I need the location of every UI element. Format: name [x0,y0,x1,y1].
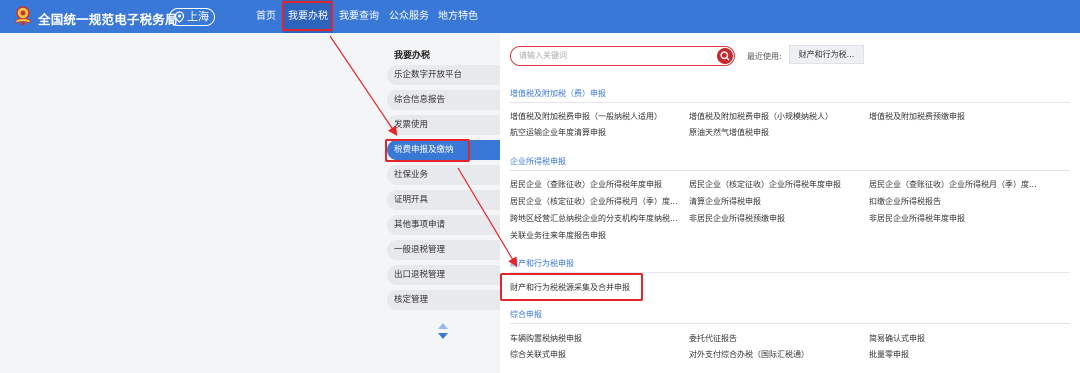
link-cit-nonresident-prepay[interactable]: 非居民企业所得税预缴申报 [689,213,785,224]
service-list-panel: 请输入关键词 最近使用: 财产和行为税... 增值税及附加税（费）申报 增值税及… [500,33,1080,373]
link-cit-assessed-monthly[interactable]: 居民企业（核定征收）企业所得税月（季）度... [510,196,678,207]
section-title-comprehensive: 综合申报 [510,310,542,319]
scroll-arrows-icon[interactable] [437,322,449,340]
link-vat-small-scale[interactable]: 增值税及附加税费申报（小规模纳税人） [689,111,833,122]
sidebar-item-info-report[interactable]: 综合信息报告 [387,90,500,110]
link-vehicle-purchase-tax[interactable]: 车辆购置税纳税申报 [510,333,582,344]
location-pin-icon [174,11,185,23]
link-cit-assessed-annual[interactable]: 居民企业（核定征收）企业所得税年度申报 [689,179,841,190]
link-cit-withholding[interactable]: 扣缴企业所得税报告 [869,196,941,207]
highlight-sidebar-box [385,139,470,162]
highlight-link-box [500,273,643,301]
link-vat-general[interactable]: 增值税及附加税费申报（一般纳税人适用） [510,111,662,122]
section-divider [510,102,1070,103]
link-cit-audit-annual[interactable]: 居民企业（查账征收）企业所得税年度申报 [510,179,662,190]
sidebar-item-leqi-platform[interactable]: 乐企数字开放平台 [387,65,500,85]
region-selector[interactable]: 上海 [169,8,215,26]
region-label: 上海 [187,10,209,23]
recent-label: 最近使用: [747,52,782,61]
sidebar-item-general-refund[interactable]: 一般退税管理 [387,240,500,260]
link-cit-branch-annual[interactable]: 跨地区经营汇总纳税企业的分支机构年度纳税... [510,213,678,224]
section-title-property: 财产和行为税申报 [510,259,574,268]
link-cit-audit-monthly[interactable]: 居民企业（查账征收）企业所得税月（季）度... [869,179,1037,190]
nav-public-service[interactable]: 公众服务 [389,0,429,33]
section-title-vat: 增值税及附加税（费）申报 [510,89,606,98]
link-simple-confirm-filing[interactable]: 简易确认式申报 [869,333,925,344]
nav-home[interactable]: 首页 [256,0,276,33]
section-title-cit: 企业所得税申报 [510,157,566,166]
sidebar-item-export-refund[interactable]: 出口退税管理 [387,265,500,285]
link-related-party-report[interactable]: 关联业务往来年度报告申报 [510,230,606,241]
link-batch-zero-filing[interactable]: 批量零申报 [869,349,909,360]
sidebar-item-other-requests[interactable]: 其他事项申请 [387,215,500,235]
link-aviation-clearing[interactable]: 航空运输企业年度清算申报 [510,127,606,138]
top-navigation-bar: 全国统一规范电子税务局 上海 首页 我要办税 我要查询 公众服务 地方特色 [0,0,1080,33]
link-cit-nonresident-annual[interactable]: 非居民企业所得税年度申报 [869,213,965,224]
link-vat-prepay[interactable]: 增值税及附加税费预缴申报 [869,111,965,122]
sidebar-title: 我要办税 [394,51,431,61]
section-divider [510,323,1070,324]
search-input[interactable]: 请输入关键词 [510,46,735,66]
nav-inquiry[interactable]: 我要查询 [339,0,379,33]
sidebar-item-invoice[interactable]: 发票使用 [387,115,500,135]
sidebar-item-assessment[interactable]: 核定管理 [387,290,500,310]
highlight-nav-box [282,1,333,31]
link-cit-liquidation[interactable]: 清算企业所得税申报 [689,196,761,207]
section-divider [510,170,1070,171]
link-outbound-payment[interactable]: 对外支付综合办税（国际汇税通） [689,349,809,360]
search-placeholder: 请输入关键词 [519,51,567,60]
search-button[interactable] [717,48,733,64]
link-agency-report[interactable]: 委托代征报告 [689,333,737,344]
link-combined-related-filing[interactable]: 综合关联式申报 [510,349,566,360]
search-icon [720,51,730,61]
recent-item-button[interactable]: 财产和行为税... [789,45,864,64]
nav-local-features[interactable]: 地方特色 [438,0,478,33]
sidebar-item-certificate[interactable]: 证明开具 [387,190,500,210]
tax-emblem-icon [15,6,31,25]
link-oil-gas-vat[interactable]: 原油天然气增值税申报 [689,127,769,138]
site-title: 全国统一规范电子税务局 [38,12,178,27]
sidebar-item-social-insurance[interactable]: 社保业务 [387,165,500,185]
